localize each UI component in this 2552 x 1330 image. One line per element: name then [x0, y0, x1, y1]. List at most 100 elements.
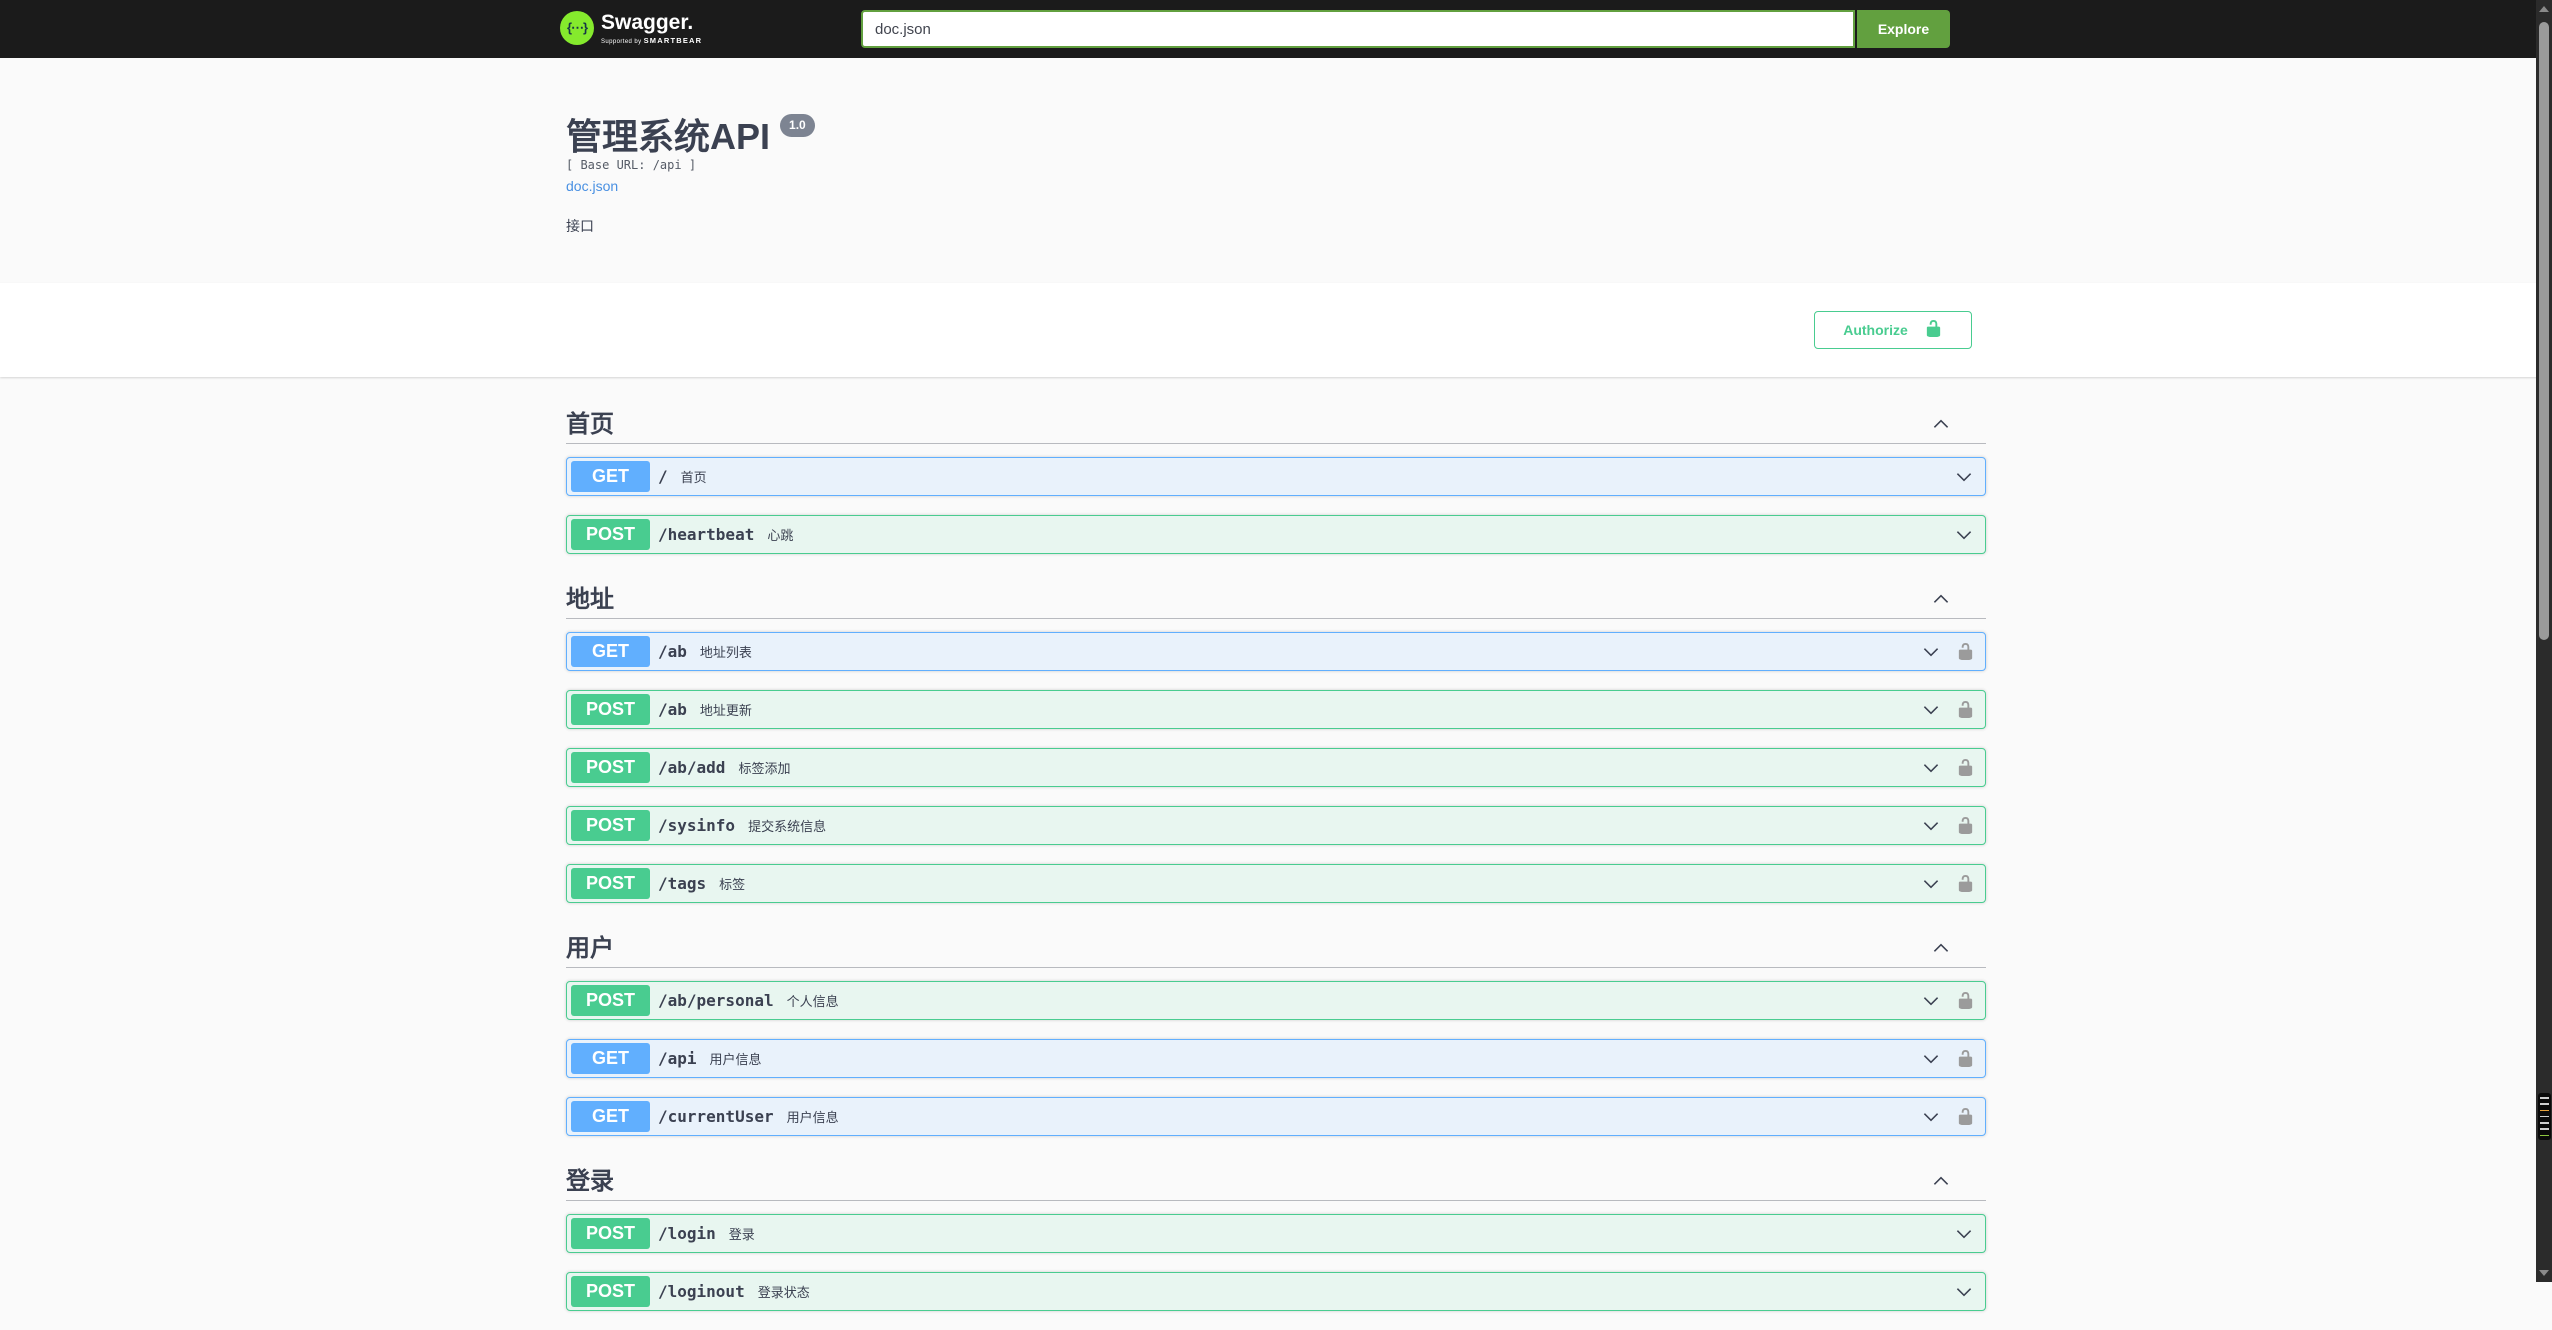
scrollbar-minimap: [2538, 1093, 2551, 1140]
endpoint-summary: 登录状态: [757, 1285, 810, 1300]
section-title: 用户: [566, 935, 614, 962]
endpoint-summary: 提交系统信息: [748, 819, 827, 834]
swagger-logo[interactable]: {⋯} Swagger. Supported by SMARTBEAR: [560, 11, 702, 45]
lock-icon[interactable]: [1956, 758, 1975, 777]
endpoint-path: /ab/personal: [658, 991, 774, 1010]
api-section-1: 首页 GET / 首页 POST/heartbeat 心跳: [566, 377, 1986, 554]
scroll-up-arrow-icon[interactable]: [2539, 6, 2549, 12]
chevron-down-icon[interactable]: [1920, 815, 1942, 837]
authorize-button[interactable]: Authorize: [1814, 311, 1972, 349]
lock-icon[interactable]: [1956, 991, 1975, 1010]
supported-by: Supported by SMARTBEAR: [601, 36, 703, 45]
method-badge: POST: [571, 518, 650, 550]
endpoint-path: /tags: [658, 874, 707, 893]
chevron-down-icon[interactable]: [1953, 524, 1975, 546]
scheme-container: Authorize: [0, 283, 2552, 377]
chevron-down-icon[interactable]: [1920, 990, 1942, 1012]
method-badge: POST: [571, 1217, 650, 1249]
method-badge: POST: [571, 984, 650, 1016]
brand-name: Swagger.: [601, 11, 694, 34]
endpoint-summary: 地址列表: [699, 645, 752, 660]
method-badge: GET: [571, 1100, 650, 1132]
chevron-down-icon[interactable]: [1920, 1048, 1942, 1070]
endpoint-path: /heartbeat: [658, 525, 755, 544]
section-header[interactable]: 用户: [566, 934, 1986, 968]
chevron-down-icon[interactable]: [1920, 699, 1942, 721]
endpoint-summary: 登录: [728, 1227, 755, 1242]
lock-icon[interactable]: [1956, 874, 1975, 893]
endpoint-row[interactable]: POST/heartbeat 心跳: [566, 515, 1986, 554]
page-title: 管理系统API 1.0: [566, 114, 815, 158]
chevron-down-icon[interactable]: [1953, 466, 1975, 488]
info-section: 管理系统API 1.0 [ Base URL: /api ] doc.json …: [0, 58, 2552, 283]
spec-doc-link[interactable]: doc.json: [566, 178, 618, 194]
endpoint-summary: 标签添加: [738, 761, 791, 776]
endpoint-row[interactable]: GET/currentUser 用户信息: [566, 1097, 1986, 1136]
method-badge: POST: [571, 693, 650, 725]
chevron-up-icon[interactable]: [1930, 937, 1952, 959]
method-badge: GET: [571, 635, 650, 667]
chevron-down-icon[interactable]: [1920, 873, 1942, 895]
endpoint-row[interactable]: GET/api 用户信息: [566, 1039, 1986, 1078]
explore-button[interactable]: Explore: [1857, 10, 1950, 48]
endpoint-summary: 首页: [680, 470, 707, 485]
api-sections: 首页 GET / 首页 POST/heartbeat 心跳 地址 GET/ab 地址列表 POST…: [566, 377, 1986, 1330]
scroll-down-arrow-icon[interactable]: [2539, 1270, 2549, 1276]
chevron-up-icon[interactable]: [1930, 588, 1952, 610]
lock-icon[interactable]: [1956, 642, 1975, 661]
unlock-icon: [1924, 319, 1943, 341]
endpoint-row[interactable]: POST/sysinfo 提交系统信息: [566, 806, 1986, 845]
scrollbar[interactable]: [2536, 0, 2552, 1282]
lock-icon[interactable]: [1956, 700, 1975, 719]
method-badge: GET: [571, 460, 650, 492]
endpoint-summary: 地址更新: [699, 703, 752, 718]
endpoint-row[interactable]: POST/ab 地址更新: [566, 690, 1986, 729]
topbar: {⋯} Swagger. Supported by SMARTBEAR Expl…: [0, 0, 2552, 58]
endpoint-path: /ab: [658, 642, 687, 661]
method-badge: POST: [571, 867, 650, 899]
endpoint-row[interactable]: POST/ab/personal 个人信息: [566, 981, 1986, 1020]
chevron-up-icon[interactable]: [1930, 413, 1952, 435]
lock-icon[interactable]: [1956, 1107, 1975, 1126]
endpoint-summary: 用户信息: [786, 1110, 839, 1125]
chevron-up-icon[interactable]: [1930, 1170, 1952, 1192]
lock-icon[interactable]: [1956, 1049, 1975, 1068]
api-section-4: 登录 POST/login 登录 POST/loginout 登录状态: [566, 1155, 1986, 1311]
scrollbar-thumb[interactable]: [2539, 22, 2549, 640]
endpoint-row[interactable]: POST/tags 标签: [566, 864, 1986, 903]
endpoint-row[interactable]: GET/ab 地址列表: [566, 632, 1986, 671]
section-header[interactable]: 登录: [566, 1167, 1986, 1201]
endpoint-row[interactable]: POST/loginout 登录状态: [566, 1272, 1986, 1311]
section-title: 地址: [566, 586, 614, 613]
endpoint-row[interactable]: POST/ab/add 标签添加: [566, 748, 1986, 787]
chevron-down-icon[interactable]: [1953, 1223, 1975, 1245]
chevron-down-icon[interactable]: [1920, 641, 1942, 663]
api-section-3: 用户 POST/ab/personal 个人信息 GET/api 用户信息 GET/cur…: [566, 922, 1986, 1136]
endpoint-path: /ab/add: [658, 758, 726, 777]
endpoint-path: /currentUser: [658, 1107, 774, 1126]
chevron-down-icon[interactable]: [1953, 1281, 1975, 1303]
section-title: 登录: [566, 1168, 614, 1195]
lock-icon[interactable]: [1956, 816, 1975, 835]
base-url: [ Base URL: /api ]: [566, 158, 697, 172]
api-description: 接口: [566, 218, 594, 234]
endpoint-path: /loginout: [658, 1282, 745, 1301]
method-badge: POST: [571, 1275, 650, 1307]
section-header[interactable]: 地址: [566, 585, 1986, 619]
method-badge: GET: [571, 1042, 650, 1074]
swagger-logo-icon: {⋯}: [560, 11, 594, 45]
endpoint-row[interactable]: GET / 首页: [566, 457, 1986, 496]
endpoint-path: /ab: [658, 700, 687, 719]
spec-url-input[interactable]: [861, 10, 1855, 48]
chevron-down-icon[interactable]: [1920, 757, 1942, 779]
endpoint-row[interactable]: POST/login 登录: [566, 1214, 1986, 1253]
endpoint-summary: 心跳: [767, 528, 794, 543]
version-badge: 1.0: [780, 114, 815, 137]
section-title: 首页: [566, 411, 614, 438]
api-section-2: 地址 GET/ab 地址列表 POST/ab 地址更新 POST/ab/add 标签添加 PO…: [566, 573, 1986, 903]
method-badge: POST: [571, 809, 650, 841]
endpoint-summary: 标签: [719, 877, 746, 892]
chevron-down-icon[interactable]: [1920, 1106, 1942, 1128]
method-badge: POST: [571, 751, 650, 783]
section-header[interactable]: 首页: [566, 410, 1986, 444]
